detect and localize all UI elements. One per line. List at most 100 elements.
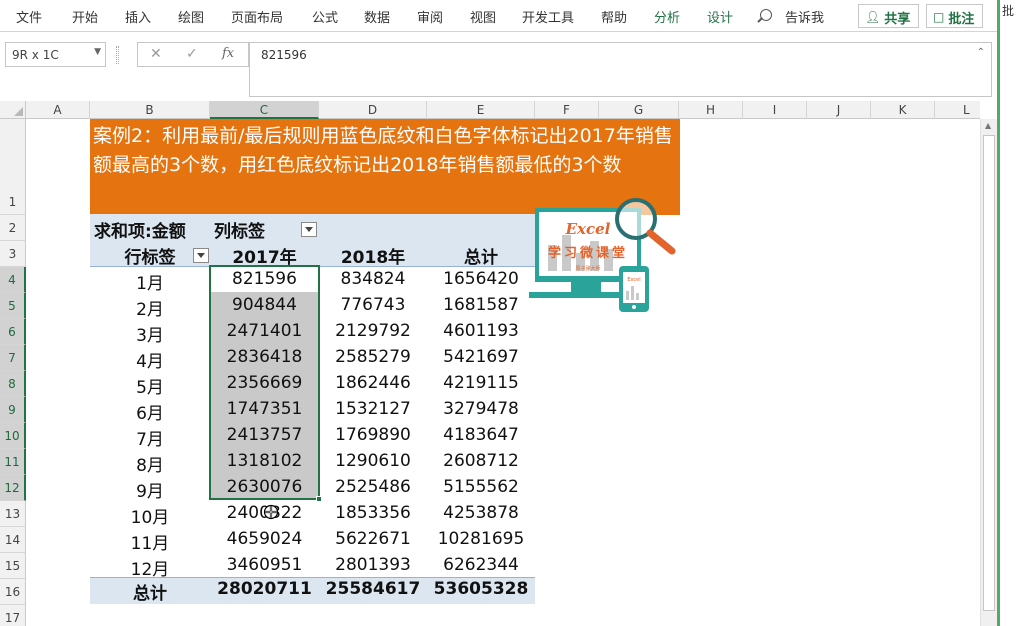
insert-function-icon[interactable]: fx [222,46,234,61]
fill-handle[interactable] [316,496,322,502]
row-label[interactable]: 7月 [90,425,210,450]
search-icon[interactable] [760,9,772,21]
column-header-i[interactable]: I [743,101,807,119]
tab-page-layout[interactable]: 页面布局 [231,7,283,26]
row-label[interactable]: 11月 [90,529,210,554]
tab-data[interactable]: 数据 [364,7,390,26]
value-total[interactable]: 1681587 [427,295,535,315]
row-label[interactable]: 10月 [90,503,210,528]
row-label[interactable]: 3月 [90,321,210,346]
row-header-11[interactable]: 11 [0,449,26,475]
value-2018[interactable]: 1532127 [319,399,427,419]
value-total[interactable]: 1656420 [427,269,535,289]
header-2018[interactable]: 2018年 [319,243,427,268]
value-2018[interactable]: 5622671 [319,529,427,549]
chevron-up-icon[interactable]: ⌃ [977,47,985,58]
row-label[interactable]: 8月 [90,451,210,476]
row-header-4[interactable]: 4 [0,267,26,293]
select-all-corner[interactable] [0,101,26,119]
formula-input[interactable]: 821596 ⌃ [249,42,992,97]
row-header-3[interactable]: 3 [0,241,26,267]
row-label[interactable]: 1月 [90,269,210,294]
row-label[interactable]: 9月 [90,477,210,502]
vertical-scrollbar[interactable]: ▲ [980,119,997,626]
tab-design[interactable]: 设计 [707,7,733,26]
row-header-10[interactable]: 10 [0,423,26,449]
tab-analyze[interactable]: 分析 [654,7,680,26]
chevron-down-icon[interactable]: ▼ [94,47,101,57]
value-total[interactable]: 4219115 [427,373,535,393]
value-total[interactable]: 4253878 [427,503,535,523]
grand-total-all[interactable]: 53605328 [427,579,535,599]
side-pane-label[interactable]: 批 [1002,2,1014,19]
row-label[interactable]: 4月 [90,347,210,372]
value-2018[interactable]: 2525486 [319,477,427,497]
column-header-f[interactable]: F [535,101,599,119]
tab-insert[interactable]: 插入 [125,7,151,26]
value-2017[interactable]: 4659024 [210,529,319,549]
row-label[interactable]: 2月 [90,295,210,320]
row-header-16[interactable]: 16 [0,579,26,605]
tab-review[interactable]: 审阅 [417,7,443,26]
enter-icon[interactable]: ✓ [186,46,198,62]
column-header-b[interactable]: B [90,101,210,119]
value-2018[interactable]: 776743 [319,295,427,315]
row-header-9[interactable]: 9 [0,397,26,423]
row-header-15[interactable]: 15 [0,553,26,579]
row-header-2[interactable]: 2 [0,215,26,241]
value-2018[interactable]: 2129792 [319,321,427,341]
comments-button[interactable]: □ 批注 [926,4,984,28]
row-label[interactable]: 6月 [90,399,210,424]
cancel-icon[interactable]: ✕ [150,46,162,62]
tab-file[interactable]: 文件 [16,7,42,26]
value-total[interactable]: 2608712 [427,451,535,471]
tab-formulas[interactable]: 公式 [312,7,338,26]
tell-me-box[interactable]: 告诉我 [785,7,824,26]
column-header-e[interactable]: E [427,101,535,119]
share-button[interactable]: 👤︎ 共享 [858,4,920,28]
value-2018[interactable]: 1290610 [319,451,427,471]
tab-draw[interactable]: 绘图 [178,7,204,26]
row-filter-button[interactable] [193,248,209,263]
column-filter-button[interactable] [301,222,317,237]
value-total[interactable]: 4183647 [427,425,535,445]
row-header-5[interactable]: 5 [0,293,26,319]
value-2017[interactable]: 3460951 [210,555,319,575]
column-header-c[interactable]: C [210,101,319,119]
row-label[interactable]: 5月 [90,373,210,398]
column-header-g[interactable]: G [599,101,679,119]
value-total[interactable]: 3279478 [427,399,535,419]
tab-developer[interactable]: 开发工具 [522,7,574,26]
worksheet-grid[interactable]: A B C D E F G H I J K L 1 2 3 4 5 6 7 8 … [0,101,980,626]
grand-total-2018[interactable]: 25584617 [319,579,427,599]
header-total[interactable]: 总计 [427,243,535,268]
value-2018[interactable]: 1853356 [319,503,427,523]
pivot-sum-label[interactable]: 求和项:金额 [94,217,186,242]
row-header-17[interactable]: 17 [0,605,26,626]
column-header-k[interactable]: K [871,101,935,119]
pivot-column-labels[interactable]: 列标签 [214,217,265,242]
value-total[interactable]: 5155562 [427,477,535,497]
value-2018[interactable]: 1769890 [319,425,427,445]
column-header-h[interactable]: H [679,101,743,119]
column-header-j[interactable]: J [807,101,871,119]
value-2018[interactable]: 2801393 [319,555,427,575]
column-header-l[interactable]: L [935,101,980,119]
value-total[interactable]: 6262344 [427,555,535,575]
scroll-up-icon[interactable]: ▲ [985,121,991,130]
row-header-6[interactable]: 6 [0,319,26,345]
value-total[interactable]: 4601193 [427,321,535,341]
row-header-13[interactable]: 13 [0,501,26,527]
value-2018[interactable]: 834824 [319,269,427,289]
grand-total-2017[interactable]: 28020711 [210,579,319,599]
column-header-d[interactable]: D [319,101,427,119]
name-box[interactable]: 9R x 1C ▼ [5,42,106,67]
formula-bar-splitter[interactable] [116,46,119,64]
tab-home[interactable]: 开始 [72,7,98,26]
pivot-row-labels[interactable]: 行标签 [90,243,210,268]
scrollbar-thumb[interactable] [983,135,995,611]
tab-view[interactable]: 视图 [470,7,496,26]
row-header-7[interactable]: 7 [0,345,26,371]
value-total[interactable]: 10281695 [427,529,535,549]
value-2018[interactable]: 1862446 [319,373,427,393]
